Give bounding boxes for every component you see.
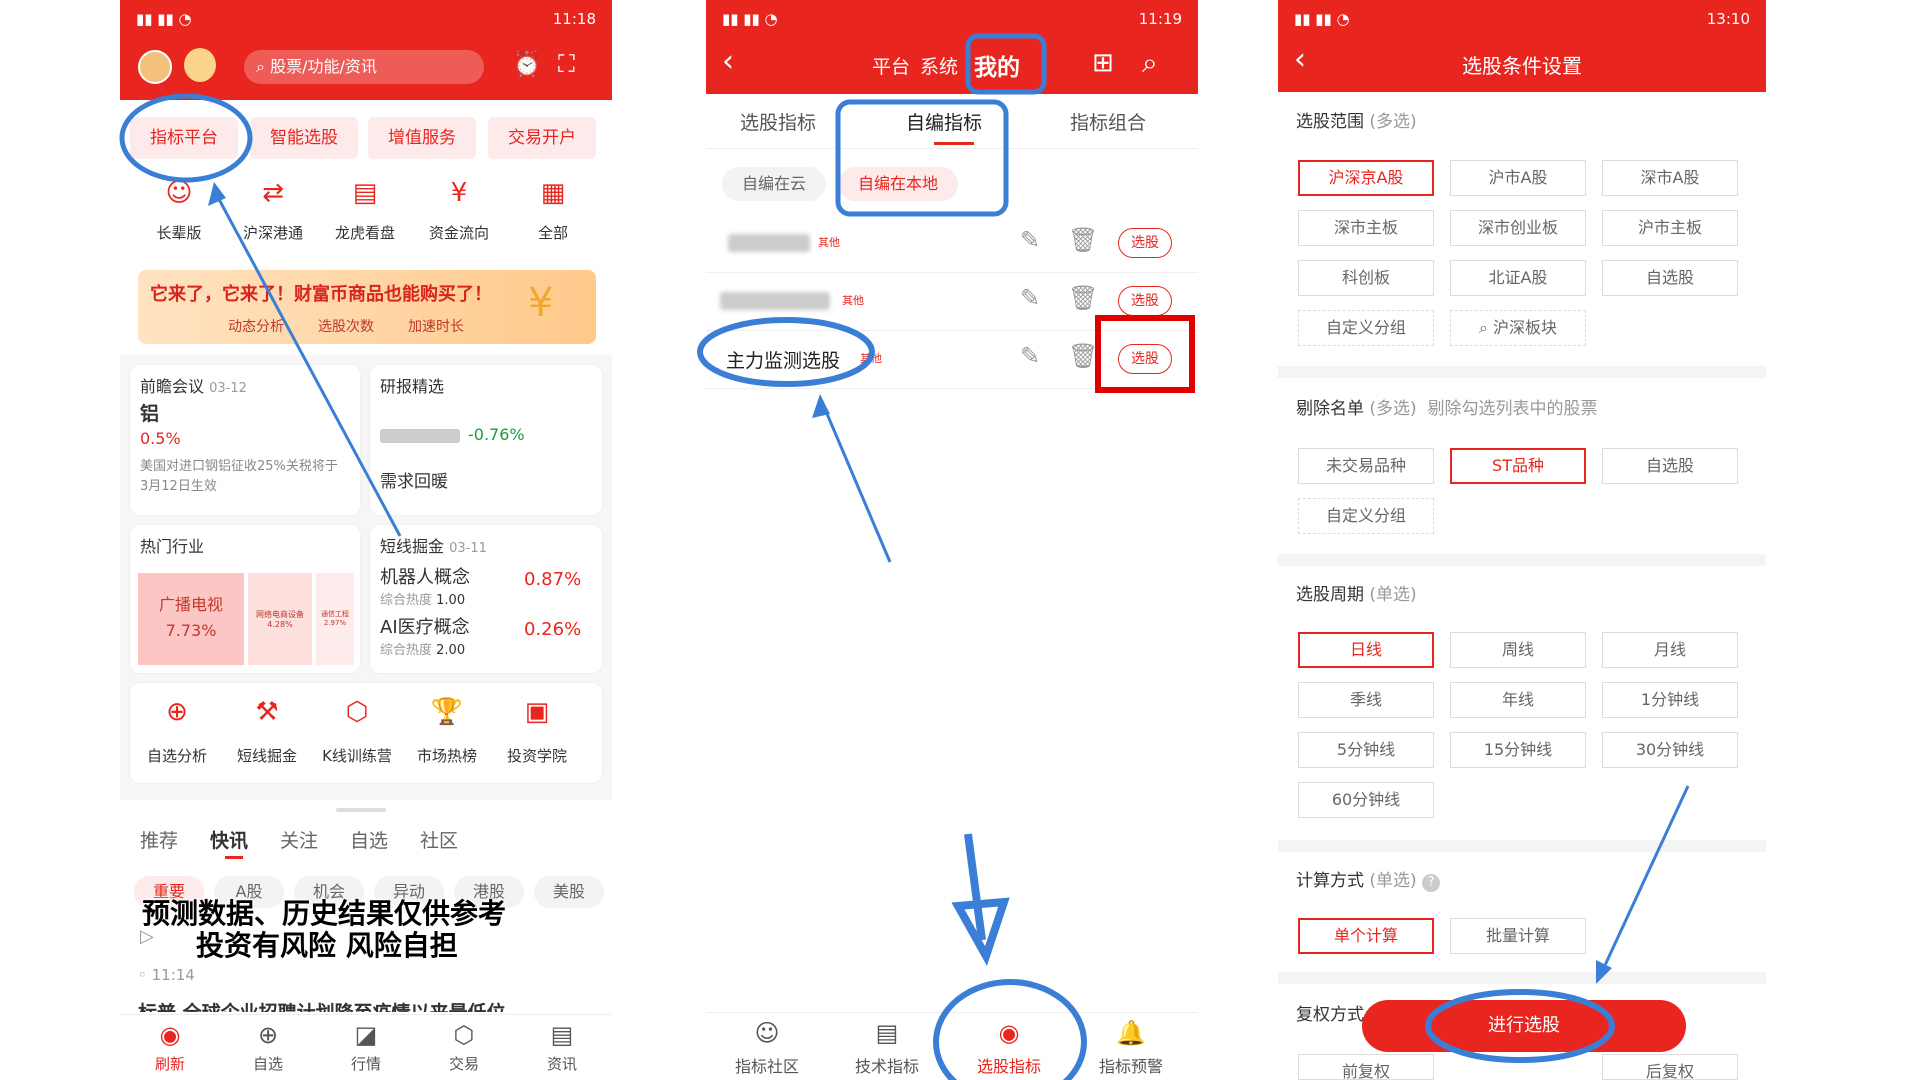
annotation-circle — [697, 317, 875, 387]
annotation-arrowhead — [1596, 960, 1612, 984]
disclaimer-line-1: 预测数据、历史结果仅供参考 — [142, 897, 507, 930]
annotation-circle — [933, 979, 1087, 1080]
annotation-box — [965, 33, 1047, 95]
annotation-arrowhead — [208, 182, 226, 206]
annotation-circle — [119, 93, 253, 183]
annotation-highlight — [1095, 315, 1195, 393]
annotation-circle — [1425, 989, 1615, 1063]
annotation-arrow — [1598, 785, 1690, 977]
disclaimer-line-2: 投资有风险 风险自担 — [196, 929, 458, 962]
disclaimer-overlay: 预测数据、历史结果仅供参考 投资有风险 风险自担 — [142, 898, 506, 962]
annotation-arrow — [820, 401, 892, 563]
annotation-arrowhead — [812, 394, 830, 418]
annotation-box — [835, 99, 1009, 217]
annotation-arrow — [212, 189, 402, 537]
